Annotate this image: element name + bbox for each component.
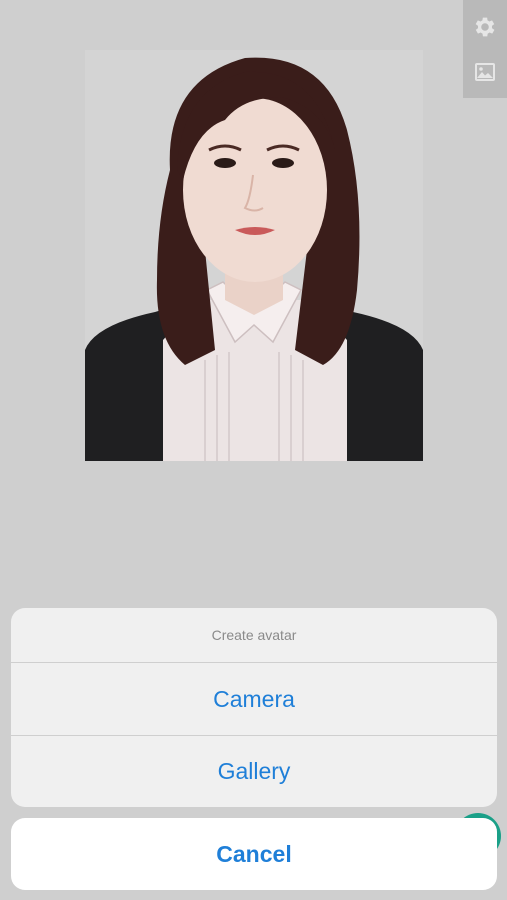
action-sheet: Create avatar Camera Gallery <box>11 608 497 807</box>
settings-button[interactable] <box>469 11 501 43</box>
cancel-button[interactable]: Cancel <box>11 818 497 890</box>
action-sheet-title: Create avatar <box>11 608 497 663</box>
tool-column <box>463 0 507 98</box>
portrait-photo <box>85 50 423 461</box>
image-icon <box>475 62 495 81</box>
gallery-option[interactable]: Gallery <box>11 735 497 807</box>
gear-icon <box>475 17 495 36</box>
camera-option[interactable]: Camera <box>11 663 497 735</box>
screen: Create avatar Camera Gallery Cancel <box>0 0 507 900</box>
image-button[interactable] <box>469 56 501 88</box>
